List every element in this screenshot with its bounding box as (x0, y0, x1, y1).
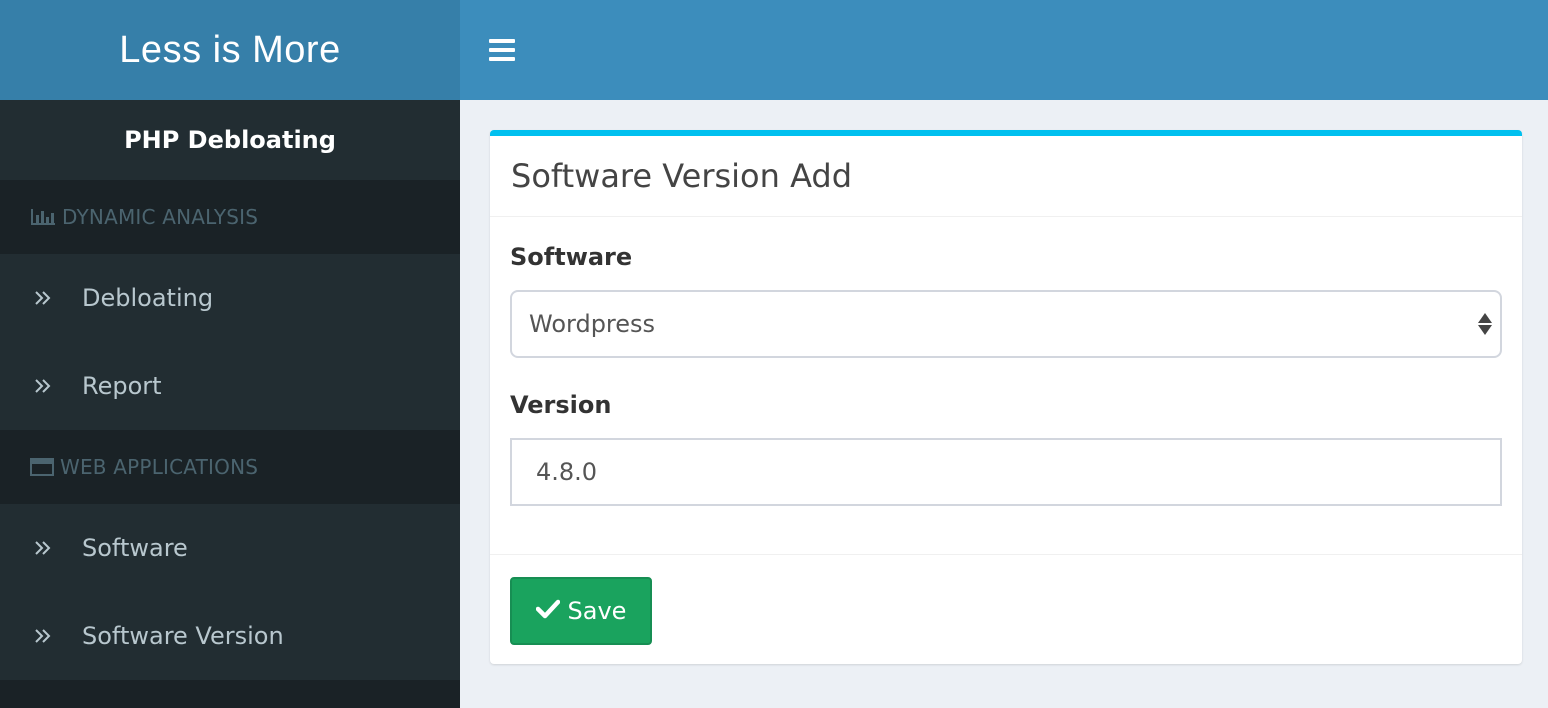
version-label: Version (510, 391, 612, 419)
sidebar-item-label: Software Version (82, 622, 284, 650)
sidebar-section-next (0, 680, 460, 708)
page-title: Software Version Add (511, 157, 853, 195)
double-chevron-right-icon (0, 627, 82, 645)
double-chevron-right-icon (0, 539, 82, 557)
box-body: Software Wordpress Version 4.8.0 (490, 217, 1522, 555)
sidebar-section-label: DYNAMIC ANALYSIS (62, 205, 259, 229)
bar-chart-icon (30, 207, 56, 227)
sidebar-item-software-version[interactable]: Software Version (0, 592, 460, 680)
software-select-value: Wordpress (529, 310, 656, 338)
sidebar-item-label: Report (82, 372, 162, 400)
software-select[interactable]: Wordpress (510, 290, 1502, 358)
check-icon (535, 597, 560, 625)
select-arrows-icon (1478, 313, 1492, 335)
box-header: Software Version Add (490, 136, 1522, 217)
double-chevron-right-icon (0, 289, 82, 307)
sidebar-section-web-applications: WEB APPLICATIONS (0, 430, 460, 504)
sidebar-item-software[interactable]: Software (0, 504, 460, 592)
version-input[interactable]: 4.8.0 (510, 438, 1502, 506)
user-panel: PHP Debloating (0, 100, 460, 180)
sidebar-section-dynamic-analysis: DYNAMIC ANALYSIS (0, 180, 460, 254)
sidebar-item-label: Software (82, 534, 188, 562)
window-icon (30, 457, 54, 477)
box-footer: Save (490, 555, 1522, 645)
sidebar: Less is More PHP Debloating DYNAMIC ANAL… (0, 0, 460, 708)
sidebar-item-report[interactable]: Report (0, 342, 460, 430)
logo-text: Less is More (119, 28, 341, 71)
user-panel-title: PHP Debloating (124, 126, 336, 154)
save-button[interactable]: Save (510, 577, 652, 645)
double-chevron-right-icon (0, 377, 82, 395)
version-input-value: 4.8.0 (536, 458, 598, 486)
sidebar-item-label: Debloating (82, 284, 214, 312)
sidebar-item-debloating[interactable]: Debloating (0, 254, 460, 342)
sidebar-section-label: WEB APPLICATIONS (60, 455, 259, 479)
save-button-label: Save (567, 597, 627, 625)
software-label: Software (510, 243, 633, 271)
hamburger-icon[interactable] (489, 39, 515, 61)
software-version-form-box: Software Version Add Software Wordpress … (490, 130, 1522, 664)
app-logo[interactable]: Less is More (0, 0, 460, 100)
top-navbar (460, 0, 1548, 100)
